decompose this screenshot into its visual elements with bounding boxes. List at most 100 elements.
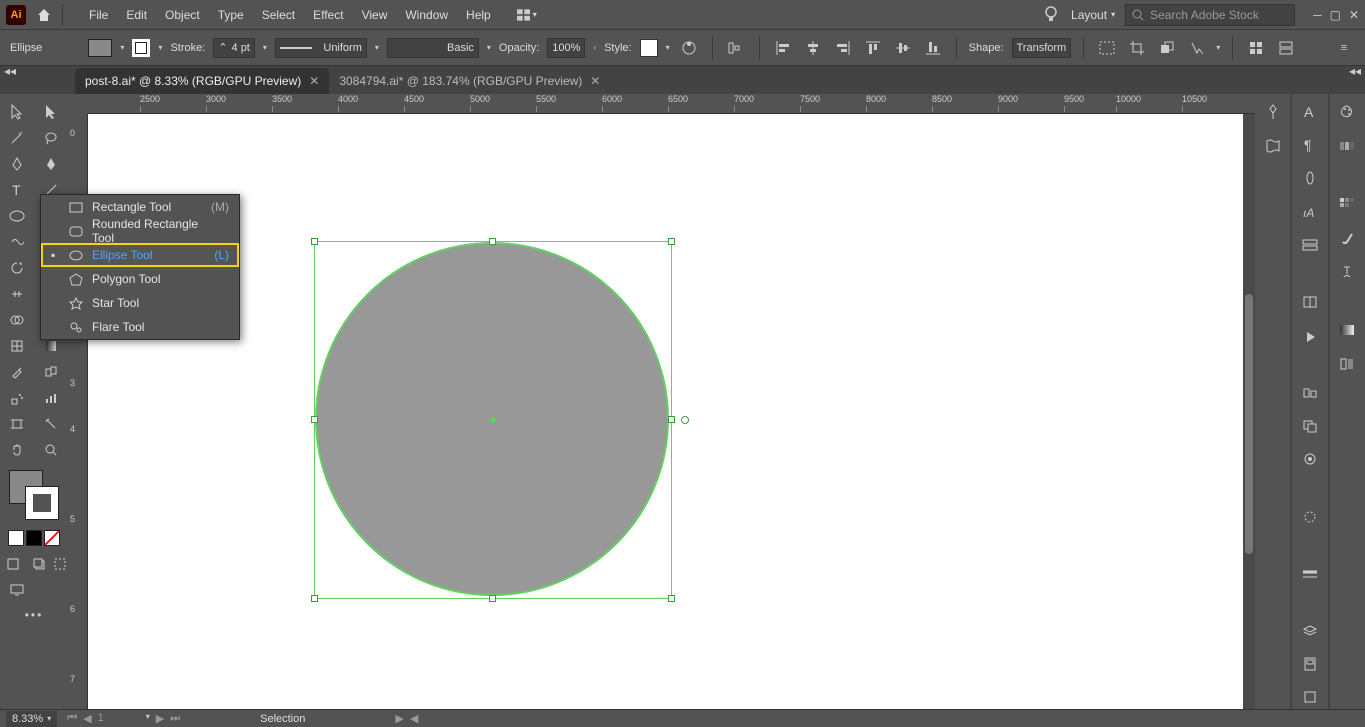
draw-behind-icon[interactable] [26,552,52,576]
opacity-value[interactable]: 100% [547,38,585,58]
transform-panel-button[interactable]: Transform [1012,38,1072,58]
flyout-rounded-rectangle[interactable]: Rounded Rectangle Tool [41,219,239,243]
char-styles-panel-icon[interactable] [1296,234,1324,257]
ruler-origin[interactable] [68,94,88,114]
align-left-icon[interactable] [772,37,794,59]
hand-tool[interactable] [0,438,34,462]
artboard-number[interactable]: 1 [98,712,104,725]
paragraph-panel-icon[interactable]: ¶ [1296,133,1324,156]
arrange-docs-icon[interactable]: ▾ [517,5,537,25]
edit-toolbar-icon[interactable]: ••• [0,608,68,622]
discover-icon[interactable] [1041,5,1061,25]
gradient-panel-icon[interactable] [1333,318,1361,342]
maximize-button[interactable]: ▢ [1330,8,1341,22]
shaper-tool[interactable] [0,230,34,254]
symbols-panel-icon[interactable] [1333,260,1361,284]
asset-export-panel-icon[interactable] [1296,652,1324,675]
libraries-panel-icon[interactable] [1259,134,1287,158]
resize-handle[interactable] [668,416,675,423]
search-stock[interactable]: Search Adobe Stock [1125,4,1295,26]
type-tool[interactable]: T [0,178,34,202]
hscroll-left-icon[interactable]: ▶ [395,712,403,725]
gradient-mode-icon[interactable] [26,530,42,546]
expand-tools-icon[interactable]: ◂◂ [4,64,16,78]
preferences-icon[interactable] [1275,37,1297,59]
direct-selection-tool[interactable] [34,100,68,124]
artboard-tool[interactable] [0,412,34,436]
links-panel-icon[interactable] [1296,291,1324,314]
close-tab-icon[interactable]: ✕ [590,74,600,88]
hscroll-right-icon[interactable]: ◀ [410,712,418,725]
brushes-panel-icon[interactable] [1333,226,1361,250]
arrange-icon[interactable] [1156,37,1178,59]
slice-tool[interactable] [34,412,68,436]
menu-type[interactable]: Type [210,4,252,26]
align-top-icon[interactable] [862,37,884,59]
menu-file[interactable]: File [81,4,116,26]
menu-edit[interactable]: Edit [118,4,155,26]
align-vcenter-icon[interactable] [892,37,914,59]
glyphs-panel-icon[interactable]: ıA [1296,200,1324,223]
stroke-swatch[interactable] [132,39,150,57]
canvas[interactable] [88,114,1255,709]
resize-handle[interactable] [489,595,496,602]
center-point[interactable] [490,417,496,423]
color-guide-panel-icon[interactable] [1333,134,1361,158]
prev-artboard-icon[interactable]: ◀ [83,712,91,725]
appearance-panel-icon[interactable] [1296,167,1324,190]
transparency-panel-icon[interactable] [1296,505,1324,528]
width-tool[interactable] [0,282,34,306]
last-artboard-icon[interactable]: ⏭ [170,712,180,725]
resize-handle[interactable] [489,238,496,245]
symbol-sprayer-tool[interactable] [0,386,34,410]
flyout-ellipse[interactable]: ▪Ellipse Tool(L) [41,243,239,267]
shape-builder-tool[interactable] [0,308,34,332]
recolor-icon[interactable] [678,37,700,59]
draw-normal-icon[interactable] [0,552,26,576]
menu-icon[interactable]: ≡ [1333,37,1355,59]
doc-tab-2[interactable]: 3084794.ai* @ 183.74% (RGB/GPU Preview) … [329,68,610,94]
selection-bounding-box[interactable] [314,241,672,599]
var-width-profile[interactable]: Uniform [275,38,367,58]
align-hcenter-icon[interactable] [802,37,824,59]
ellipse-tool-selected[interactable] [0,204,34,228]
resize-handle[interactable] [311,238,318,245]
stroke-panel-icon[interactable] [1296,562,1324,585]
pathfinder-panel-icon[interactable] [1296,414,1324,437]
align-to-icon[interactable] [1245,37,1267,59]
fill-swatch[interactable] [88,39,112,57]
menu-view[interactable]: View [354,4,396,26]
scrollbar-thumb[interactable] [1245,294,1253,554]
vertical-scrollbar[interactable] [1243,114,1255,709]
screen-mode-icon[interactable] [0,578,34,602]
select-similar-icon[interactable] [1186,37,1208,59]
shape-panel-label[interactable]: Shape: [969,42,1004,54]
color-panel-icon[interactable] [1333,100,1361,124]
swatches-panel-icon[interactable] [1333,192,1361,216]
stroke-weight[interactable]: ⌃4 pt [213,38,255,58]
menu-select[interactable]: Select [254,4,303,26]
mesh-tool[interactable] [0,334,34,358]
crop-icon[interactable] [1126,37,1148,59]
minimize-button[interactable]: ─ [1313,8,1322,22]
menu-effect[interactable]: Effect [305,4,351,26]
resize-handle[interactable] [311,416,318,423]
expand-panels-icon[interactable]: ◂◂ [1349,64,1361,78]
selection-tool[interactable] [0,100,34,124]
graph-tool[interactable] [34,386,68,410]
align-panel-icon[interactable] [725,37,747,59]
resize-handle[interactable] [668,595,675,602]
next-artboard-icon[interactable]: ▶ [156,712,164,725]
draw-inside-icon[interactable] [53,552,68,576]
pie-handle[interactable] [681,416,689,424]
rotate-tool[interactable] [0,256,34,280]
close-tab-icon[interactable]: ✕ [309,74,319,88]
brush-definition[interactable]: Basic [387,38,479,58]
menu-help[interactable]: Help [458,4,499,26]
color-mode-icon[interactable] [8,530,24,546]
flyout-star[interactable]: Star Tool [41,291,239,315]
resize-handle[interactable] [311,595,318,602]
pen-tool[interactable] [0,152,34,176]
align-right-icon[interactable] [832,37,854,59]
zoom-level[interactable]: 8.33%▾ [6,711,57,727]
